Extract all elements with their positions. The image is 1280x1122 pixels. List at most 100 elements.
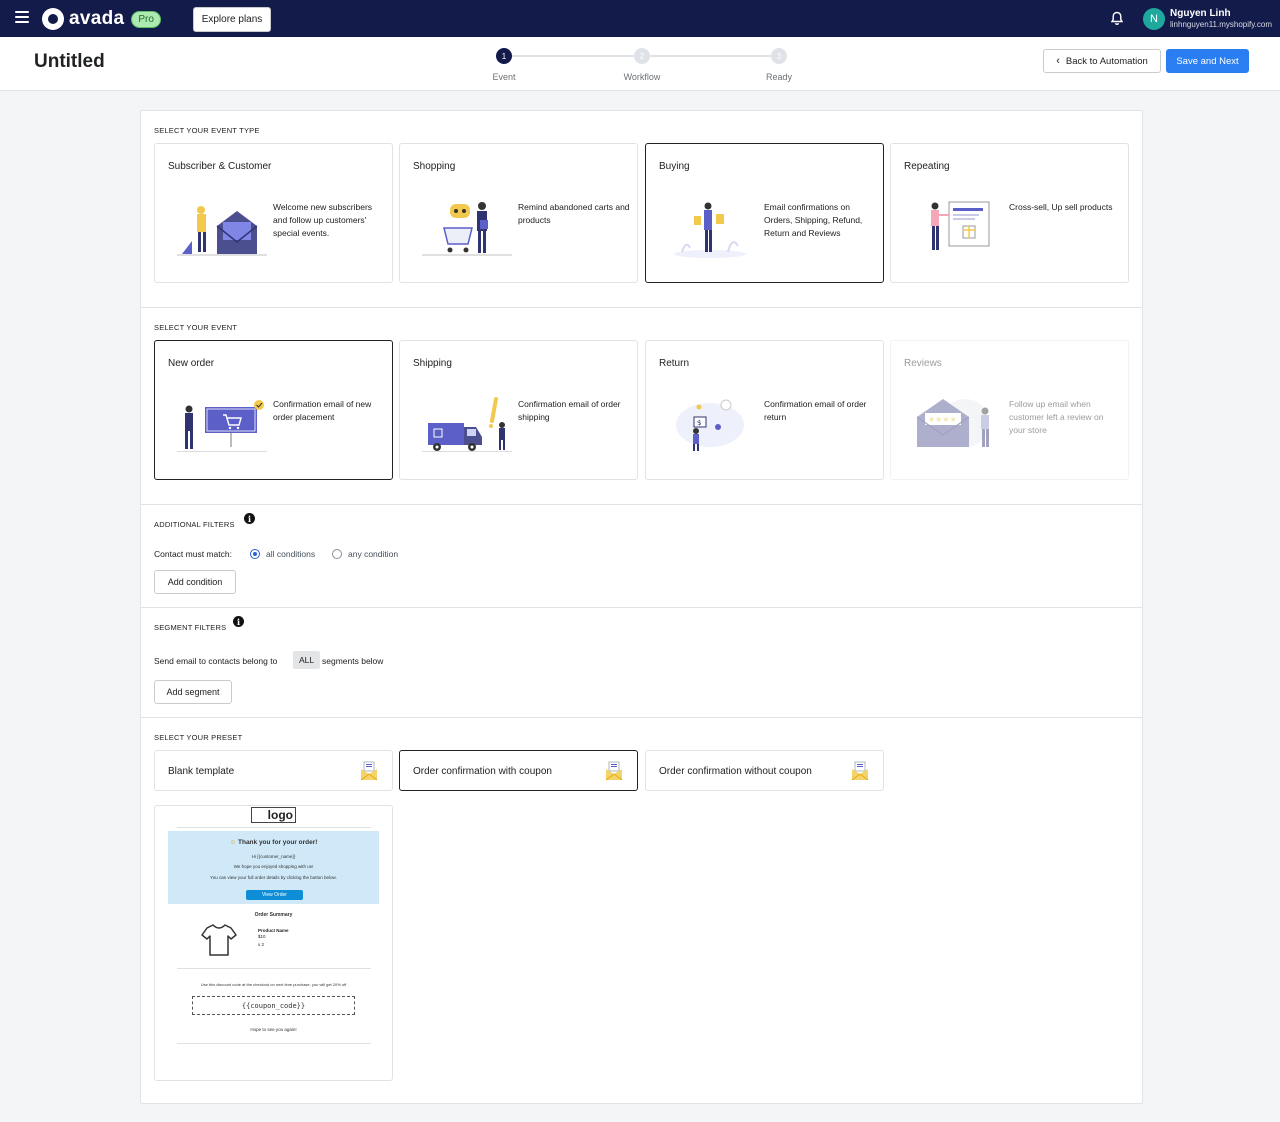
contact-match-label: Contact must match: <box>154 549 232 559</box>
card-title: Reviews <box>904 358 942 369</box>
event-type-card-subscriber[interactable]: Subscriber & Customer Welcome new subscr… <box>154 143 393 283</box>
event-type-card-shopping[interactable]: Shopping Remind abandoned carts and prod… <box>399 143 638 283</box>
preview-divider <box>177 968 371 969</box>
preset-label: Order confirmation with coupon <box>413 766 552 777</box>
new-order-illustration-icon <box>177 400 267 452</box>
step-3-dot[interactable]: 3 <box>771 48 787 64</box>
preset-label: Blank template <box>168 766 235 777</box>
card-title: Subscriber & Customer <box>168 161 272 172</box>
any-condition-label[interactable]: any condition <box>348 549 398 559</box>
segment-all-chip[interactable]: ALL <box>293 651 321 669</box>
svg-text:$: $ <box>697 419 701 427</box>
hamburger-menu-icon[interactable] <box>15 11 29 25</box>
card-description: Follow up email when customer left a rev… <box>1009 399 1104 435</box>
pro-badge: Pro <box>131 10 161 28</box>
event-section-title: SELECT YOUR EVENT <box>154 323 238 332</box>
tshirt-icon <box>201 924 237 956</box>
info-icon[interactable]: i <box>244 513 255 524</box>
preview-heading-text: Thank you for your order! <box>238 839 318 846</box>
preview-footer-text: Hope to see you again! <box>250 1027 297 1032</box>
automation-builder-panel: SELECT YOUR EVENT TYPE Subscriber & Cust… <box>140 110 1143 1104</box>
explore-plans-button[interactable]: Explore plans <box>193 7 271 32</box>
add-segment-button[interactable]: Add segment <box>154 680 232 704</box>
preview-discount-note: Use this discount code at the checkout o… <box>200 982 347 987</box>
repeating-illustration-icon <box>931 201 990 250</box>
card-description: Email confirmations on Orders, Shipping,… <box>764 202 863 238</box>
all-conditions-label[interactable]: all conditions <box>266 549 315 559</box>
buying-illustration-icon <box>674 202 746 258</box>
step-connector <box>512 55 634 57</box>
avada-logo[interactable]: avada Pro <box>42 8 161 30</box>
event-card-shipping[interactable]: Shipping Confirmation email of order shi… <box>399 340 638 480</box>
card-title: Shipping <box>413 358 452 369</box>
section-divider <box>141 504 1142 505</box>
back-button-label: Back to Automation <box>1065 55 1148 67</box>
return-illustration-icon: $ <box>676 399 744 451</box>
preview-product-name: Product Name <box>258 928 289 933</box>
step-connector <box>650 55 771 57</box>
all-conditions-radio[interactable] <box>250 549 260 559</box>
preset-order-confirmation-without-coupon[interactable]: Order confirmation without coupon <box>645 750 884 791</box>
notification-bell-icon[interactable] <box>1110 11 1124 26</box>
svg-text:★★★★: ★★★★ <box>928 415 957 424</box>
step-1-dot[interactable]: 1 <box>496 48 512 64</box>
save-and-next-button[interactable]: Save and Next <box>1166 49 1249 73</box>
section-divider <box>141 307 1142 308</box>
section-divider <box>141 717 1142 718</box>
event-card-new-order[interactable]: New order Confirmation email of new orde… <box>154 340 393 480</box>
card-description: Confirmation email of new order placemen… <box>273 399 372 422</box>
card-title: New order <box>168 358 215 369</box>
smile-emoji-icon: ☺ <box>229 839 237 846</box>
event-type-card-buying[interactable]: Buying Email confirmations on Orders, Sh… <box>645 143 884 283</box>
preview-line-2: You can view your full order details by … <box>210 875 337 880</box>
shipping-truck-illustration-icon <box>422 397 512 452</box>
avada-logo-mark <box>42 8 64 30</box>
card-description: Cross-sell, Up sell products <box>1009 202 1113 212</box>
back-to-automation-button[interactable]: ‹ Back to Automation <box>1043 49 1161 73</box>
segment-filters-title: SEGMENT FILTERS <box>154 623 227 632</box>
reviews-envelope-illustration-icon: ★★★★ <box>916 399 989 447</box>
preview-greeting: Hi {{customer_name}} <box>251 854 296 859</box>
preview-coupon-code-box: {{coupon_code}} <box>192 996 355 1015</box>
add-condition-button[interactable]: Add condition <box>154 570 236 594</box>
step-2-label: Workflow <box>623 72 661 82</box>
user-avatar[interactable]: N <box>1143 8 1165 30</box>
preview-order-summary: Order Summary <box>254 912 293 918</box>
segment-suffix-text: segments below <box>322 656 384 666</box>
preview-heading: ☺ Thank you for your order! <box>155 839 392 846</box>
event-type-card-repeating[interactable]: Repeating Cross-sell, Up sell products <box>890 143 1129 283</box>
preset-order-confirmation-with-coupon[interactable]: Order confirmation with coupon <box>399 750 638 791</box>
any-condition-radio[interactable] <box>332 549 342 559</box>
preset-label: Order confirmation without coupon <box>659 766 812 777</box>
email-template-icon <box>360 761 378 781</box>
email-template-icon <box>605 761 623 781</box>
info-icon[interactable]: i <box>233 616 244 627</box>
preset-blank-template[interactable]: Blank template <box>154 750 393 791</box>
email-template-preview[interactable]: logo ☺ Thank you for your order! Hi {{cu… <box>154 805 393 1081</box>
preview-product-price: $10 <box>258 934 266 939</box>
card-title: Buying <box>659 161 690 172</box>
card-title: Repeating <box>904 161 950 172</box>
step-3-label: Ready <box>765 72 793 82</box>
page-header: Untitled 1 2 3 Event Workflow Ready ‹ Ba… <box>0 37 1280 91</box>
shopping-illustration-icon <box>422 202 512 256</box>
card-description: Confirmation email of order shipping <box>518 399 621 422</box>
card-description: Welcome new subscribers and follow up cu… <box>273 202 373 238</box>
preview-view-order-button: View Order <box>246 890 303 900</box>
event-card-return[interactable]: Return $ Confirmation email of order ret… <box>645 340 884 480</box>
preview-logo-placeholder: logo <box>251 807 296 823</box>
top-navigation-bar: avada Pro Explore plans N Nguyen Linh li… <box>0 0 1280 37</box>
card-title: Shopping <box>413 161 456 172</box>
event-card-reviews: Reviews ★★★★ Follow up email when custom… <box>890 340 1129 480</box>
preview-divider <box>177 827 371 828</box>
page-title: Untitled <box>34 51 105 72</box>
section-divider <box>141 607 1142 608</box>
preview-divider <box>177 1043 371 1044</box>
subscriber-illustration-icon <box>177 206 267 256</box>
brand-name: avada <box>69 8 125 29</box>
card-description: Remind abandoned carts and products <box>518 202 630 225</box>
preview-line-1: We hope you enjoyed shopping with us! <box>233 864 314 869</box>
additional-filters-title: ADDITIONAL FILTERS <box>154 520 235 529</box>
step-2-dot[interactable]: 2 <box>634 48 650 64</box>
preset-section-title: SELECT YOUR PRESET <box>154 733 243 742</box>
